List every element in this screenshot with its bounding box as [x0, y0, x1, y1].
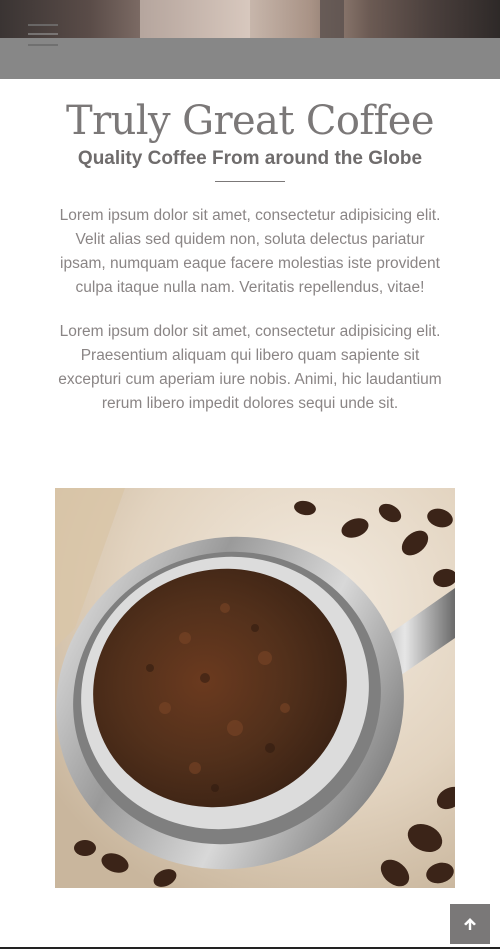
page-title: Truly Great Coffee — [66, 98, 435, 144]
intro-section: Truly Great Coffee Quality Coffee From a… — [0, 79, 500, 416]
hamburger-menu-icon[interactable] — [28, 22, 58, 48]
hero-blur-shadow — [320, 0, 344, 38]
intro-paragraph-2: Lorem ipsum dolor sit amet, consectetur … — [58, 323, 442, 412]
navbar — [0, 38, 500, 79]
hero-blur-highlight — [140, 0, 250, 38]
arrow-up-icon — [464, 918, 476, 930]
menu-bar-middle — [28, 33, 58, 35]
hero-background-strip — [0, 0, 500, 38]
title-divider — [215, 181, 285, 182]
back-to-top-button[interactable] — [450, 904, 490, 944]
menu-bar-bottom — [28, 44, 58, 46]
page-subtitle: Quality Coffee From around the Globe — [77, 148, 423, 169]
menu-bar-top — [28, 24, 58, 26]
intro-paragraph-1: Lorem ipsum dolor sit amet, consectetur … — [59, 207, 441, 296]
coffee-photo-illustration — [55, 488, 455, 888]
ground-coffee-portafilter-image — [55, 488, 455, 888]
